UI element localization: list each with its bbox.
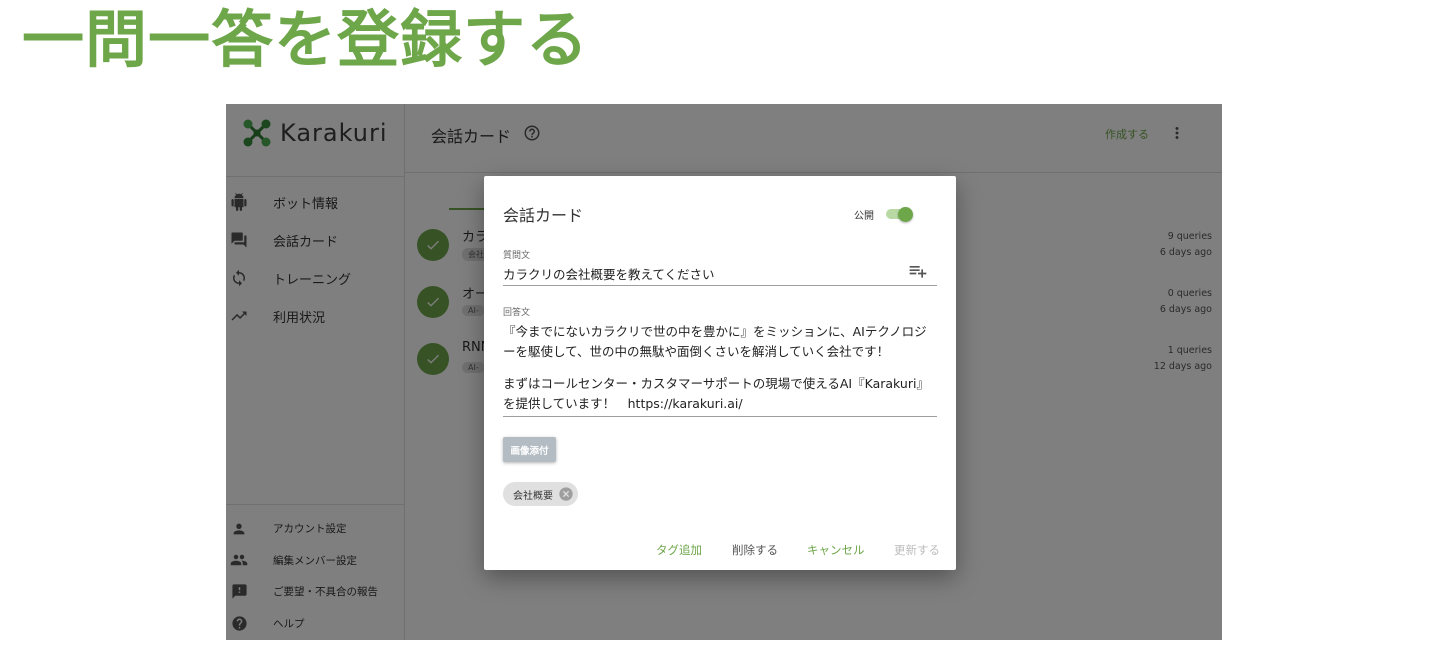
card-edit-dialog: 会話カード 公開 質問文 カラクリの会社概要を教えてください 回答文 『今までに… xyxy=(484,176,956,570)
answer-line: まずはコールセンター・カスタマーサポートの現場で使えるAI『Karakuri』 xyxy=(503,376,929,391)
answer-line: 『今までにないカラクリで世の中を豊かに』をミッションに、AIテクノロジ xyxy=(503,324,927,339)
question-input[interactable]: カラクリの会社概要を教えてください xyxy=(503,264,715,283)
answer-line: ーを駆使して、世の中の無駄や面倒くさいを解消していく会社です！ xyxy=(503,344,890,359)
public-toggle[interactable] xyxy=(886,207,914,222)
playlist-add-icon[interactable] xyxy=(908,261,928,285)
add-tag-button[interactable]: タグ追加 xyxy=(656,542,702,558)
slide-title: 一問一答を登録する xyxy=(22,3,590,76)
tag-chip: 会社概要 xyxy=(503,482,578,506)
answer-label: 回答文 xyxy=(503,308,531,318)
delete-button[interactable]: 削除する xyxy=(732,542,778,558)
tag-label: 会社概要 xyxy=(513,490,553,502)
attach-image-button[interactable]: 画像添付 xyxy=(503,437,556,462)
dialog-title: 会話カード xyxy=(503,206,584,225)
app-window: Karakuri ボット情報 会話カード トレーニング xyxy=(226,104,1222,640)
toggle-knob xyxy=(898,207,913,222)
update-button[interactable]: 更新する xyxy=(894,542,940,558)
remove-tag-icon[interactable] xyxy=(558,486,574,502)
public-label: 公開 xyxy=(854,211,874,222)
answer-line: を提供しています！ https://karakuri.ai/ xyxy=(503,396,743,411)
question-underline xyxy=(503,285,937,286)
question-label: 質問文 xyxy=(503,251,531,261)
answer-underline xyxy=(503,416,937,417)
cancel-button[interactable]: キャンセル xyxy=(807,542,865,558)
